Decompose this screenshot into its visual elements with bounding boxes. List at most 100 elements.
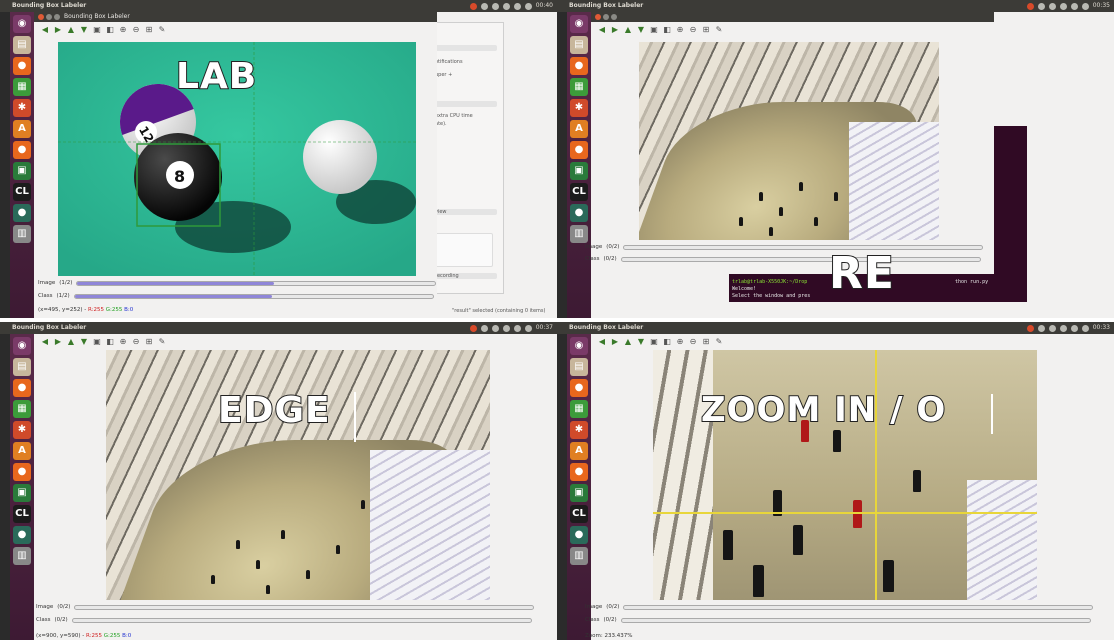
software-center-icon[interactable]: A xyxy=(570,442,588,460)
power-icon[interactable] xyxy=(1026,2,1034,10)
back-arrow-icon[interactable]: ◀ xyxy=(40,25,50,35)
wifi-icon[interactable] xyxy=(1048,324,1056,332)
forward-arrow-icon[interactable]: ▶ xyxy=(53,25,63,35)
clock[interactable]: 00:37 xyxy=(536,322,553,334)
battery-icon[interactable] xyxy=(1070,2,1078,10)
back-arrow-icon[interactable]: ◀ xyxy=(40,337,50,347)
wifi-icon[interactable] xyxy=(491,2,499,10)
ubuntu-logo-icon[interactable]: ◉ xyxy=(570,15,588,33)
firefox-icon[interactable]: ● xyxy=(570,141,588,159)
app-icon[interactable]: ● xyxy=(570,526,588,544)
zoom-in-icon[interactable]: ⊕ xyxy=(118,25,128,35)
app-icon[interactable]: ▣ xyxy=(570,162,588,180)
app-icon[interactable]: ● xyxy=(13,204,31,222)
trash-icon[interactable]: ▥ xyxy=(570,547,588,565)
up-arrow-icon[interactable]: ▲ xyxy=(623,25,633,35)
firefox-icon[interactable]: ● xyxy=(570,463,588,481)
ubuntu-logo-icon[interactable]: ◉ xyxy=(13,337,31,355)
forward-arrow-icon[interactable]: ▶ xyxy=(610,25,620,35)
terminal-icon[interactable]: CL xyxy=(13,183,31,201)
minimize-icon[interactable] xyxy=(46,14,52,20)
keyboard-icon[interactable] xyxy=(1059,324,1067,332)
fit-icon[interactable]: ⊞ xyxy=(144,25,154,35)
back-arrow-icon[interactable]: ◀ xyxy=(597,25,607,35)
firefox-icon[interactable]: ● xyxy=(13,379,31,397)
software-center-icon[interactable]: A xyxy=(13,442,31,460)
clock[interactable]: 00:40 xyxy=(536,0,553,12)
up-arrow-icon[interactable]: ▲ xyxy=(66,337,76,347)
firefox-icon[interactable]: ● xyxy=(570,379,588,397)
firefox-icon[interactable]: ● xyxy=(13,463,31,481)
wifi-icon[interactable] xyxy=(1048,2,1056,10)
up-arrow-icon[interactable]: ▲ xyxy=(623,337,633,347)
settings-launcher-icon[interactable]: ✱ xyxy=(13,99,31,117)
clock[interactable]: 00:33 xyxy=(1093,322,1110,334)
files-icon[interactable]: ▤ xyxy=(13,36,31,54)
terminal-icon[interactable]: CL xyxy=(13,505,31,523)
zoom-out-icon[interactable]: ⊖ xyxy=(131,25,141,35)
maximize-icon[interactable] xyxy=(611,14,617,20)
firefox-icon[interactable]: ● xyxy=(13,57,31,75)
ubuntu-logo-icon[interactable]: ◉ xyxy=(13,15,31,33)
down-arrow-icon[interactable]: ▼ xyxy=(79,337,89,347)
settings-launcher-icon[interactable]: ✱ xyxy=(570,99,588,117)
zoom-in-icon[interactable]: ⊕ xyxy=(118,337,128,347)
fit-icon[interactable]: ⊞ xyxy=(701,25,711,35)
settings-icon[interactable] xyxy=(480,324,488,332)
settings-icon[interactable]: ✎ xyxy=(714,337,724,347)
class-slider[interactable] xyxy=(620,617,1091,623)
settings-icon[interactable]: ✎ xyxy=(157,25,167,35)
terminal-icon[interactable]: CL xyxy=(570,505,588,523)
terminal-icon[interactable]: CL xyxy=(570,183,588,201)
bookmark-icon[interactable]: ◧ xyxy=(105,25,115,35)
libreoffice-icon[interactable]: ▦ xyxy=(13,400,31,418)
bookmark-icon[interactable]: ◧ xyxy=(662,337,672,347)
image-icon[interactable]: ▣ xyxy=(649,337,659,347)
files-icon[interactable]: ▤ xyxy=(570,358,588,376)
class-slider[interactable] xyxy=(71,617,532,623)
settings-launcher-icon[interactable]: ✱ xyxy=(13,421,31,439)
bookmark-icon[interactable]: ◧ xyxy=(105,337,115,347)
close-icon[interactable] xyxy=(595,14,601,20)
settings-icon[interactable] xyxy=(480,2,488,10)
down-arrow-icon[interactable]: ▼ xyxy=(636,25,646,35)
power-icon[interactable] xyxy=(1026,324,1034,332)
up-arrow-icon[interactable]: ▲ xyxy=(66,25,76,35)
forward-arrow-icon[interactable]: ▶ xyxy=(610,337,620,347)
files-icon[interactable]: ▤ xyxy=(570,36,588,54)
software-center-icon[interactable]: A xyxy=(13,120,31,138)
battery-icon[interactable] xyxy=(513,324,521,332)
close-icon[interactable] xyxy=(38,14,44,20)
fit-icon[interactable]: ⊞ xyxy=(701,337,711,347)
power-icon[interactable] xyxy=(469,2,477,10)
app-icon[interactable]: ▣ xyxy=(13,162,31,180)
settings-icon[interactable]: ✎ xyxy=(157,337,167,347)
image-canvas[interactable]: ZOOM IN / O xyxy=(653,350,1037,600)
settings-launcher-icon[interactable]: ✱ xyxy=(570,421,588,439)
software-center-icon[interactable]: A xyxy=(570,120,588,138)
power-icon[interactable] xyxy=(469,324,477,332)
image-icon[interactable]: ▣ xyxy=(92,337,102,347)
minimize-icon[interactable] xyxy=(603,14,609,20)
zoom-in-icon[interactable]: ⊕ xyxy=(675,25,685,35)
maximize-icon[interactable] xyxy=(54,14,60,20)
settings-textarea[interactable] xyxy=(431,233,493,267)
class-slider[interactable] xyxy=(73,293,434,299)
libreoffice-icon[interactable]: ▦ xyxy=(570,400,588,418)
image-canvas[interactable]: EDGE xyxy=(106,350,490,600)
zoom-out-icon[interactable]: ⊖ xyxy=(688,25,698,35)
trash-icon[interactable]: ▥ xyxy=(13,547,31,565)
clock[interactable]: 00:35 xyxy=(1093,0,1110,12)
settings-icon[interactable] xyxy=(1037,324,1045,332)
firefox-icon[interactable]: ● xyxy=(13,141,31,159)
settings-icon[interactable] xyxy=(1037,2,1045,10)
app-icon[interactable]: ● xyxy=(13,526,31,544)
volume-icon[interactable] xyxy=(524,2,532,10)
image-slider[interactable] xyxy=(623,604,1094,610)
keyboard-icon[interactable] xyxy=(502,2,510,10)
app-icon[interactable]: ▣ xyxy=(570,484,588,502)
bookmark-icon[interactable]: ◧ xyxy=(662,25,672,35)
app-icon[interactable]: ● xyxy=(570,204,588,222)
zoom-out-icon[interactable]: ⊖ xyxy=(688,337,698,347)
libreoffice-icon[interactable]: ▦ xyxy=(570,78,588,96)
